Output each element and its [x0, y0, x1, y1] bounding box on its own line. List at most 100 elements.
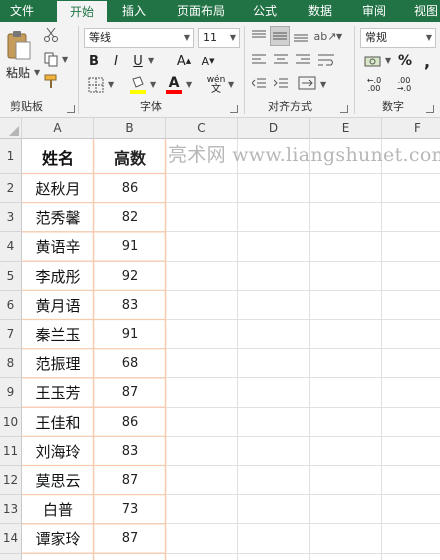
tab-page-layout[interactable]: 页面布局 — [170, 0, 232, 22]
phonetic-dropdown-arrow[interactable]: ▼ — [228, 80, 234, 89]
align-middle-icon[interactable] — [270, 26, 290, 46]
accounting-format-icon[interactable] — [362, 52, 384, 70]
underline-button[interactable]: U — [130, 52, 146, 70]
paste-dropdown-arrow[interactable]: ▼ — [34, 68, 40, 77]
wrap-text-icon[interactable] — [316, 52, 338, 68]
row-header[interactable]: 6 — [0, 290, 22, 320]
row-header[interactable]: 9 — [0, 378, 22, 408]
bold-button[interactable]: B — [86, 52, 102, 70]
row-header[interactable]: 2 — [0, 174, 22, 204]
name-cell[interactable]: 李成彤 — [22, 262, 94, 291]
worksheet[interactable]: A B C D E F 1 2 3 4 5 6 7 8 9 10 11 12 13 14 姓名 高数 赵秋… — [0, 118, 440, 560]
name-cell[interactable]: 黄月语 — [22, 291, 94, 320]
font-color-icon[interactable]: A — [164, 74, 184, 96]
name-cell[interactable]: 黄语辛 — [22, 232, 94, 261]
phonetic-guide-button[interactable]: wén 文 — [204, 74, 228, 96]
font-launcher-icon[interactable] — [230, 105, 238, 113]
row-header[interactable]: 10 — [0, 407, 22, 437]
tab-data[interactable]: 数据 — [300, 0, 340, 22]
tab-view[interactable]: 视图 — [406, 0, 440, 22]
name-cell[interactable]: 莫思云 — [22, 466, 94, 495]
decrease-indent-icon[interactable] — [250, 76, 268, 92]
copy-icon[interactable] — [42, 50, 60, 68]
shrink-font-button[interactable]: A ▼ — [200, 52, 216, 70]
borders-dropdown-arrow[interactable]: ▼ — [108, 80, 114, 89]
row-header[interactable]: 4 — [0, 232, 22, 262]
name-cell[interactable]: 李子和 — [22, 554, 94, 560]
cut-icon[interactable] — [42, 26, 60, 44]
row-header[interactable]: 13 — [0, 495, 22, 525]
score-cell[interactable]: 91 — [94, 232, 166, 261]
clipboard-launcher-icon[interactable] — [67, 105, 75, 113]
increase-decimal-icon[interactable]: ←.0.00 — [362, 76, 386, 94]
font-size-dropdown[interactable]: 11 ▼ — [198, 28, 240, 48]
score-cell[interactable]: 68 — [94, 349, 166, 378]
orientation-icon[interactable]: ab↗ — [314, 28, 337, 44]
tab-insert[interactable]: 插入 — [112, 0, 156, 22]
font-name-dropdown[interactable]: 等线 ▼ — [84, 28, 194, 48]
cell-b1[interactable]: 高数 — [94, 139, 166, 174]
paste-label[interactable]: 粘贴 — [6, 64, 30, 81]
tab-formulas[interactable]: 公式 — [245, 0, 285, 22]
decrease-decimal-icon[interactable]: .00 →.0 — [392, 76, 416, 94]
tab-review[interactable]: 审阅 — [354, 0, 394, 22]
name-cell[interactable]: 白普 — [22, 495, 94, 524]
row-header[interactable]: 8 — [0, 349, 22, 379]
row-header[interactable]: 5 — [0, 261, 22, 291]
percent-style-button[interactable]: % — [396, 52, 414, 70]
name-cell[interactable]: 谭家玲 — [22, 524, 94, 553]
column-header-f[interactable]: F — [382, 118, 440, 139]
row-header[interactable]: 12 — [0, 466, 22, 496]
select-all-corner[interactable] — [0, 118, 22, 139]
column-header-a[interactable]: A — [22, 118, 94, 139]
number-launcher-icon[interactable] — [426, 105, 434, 113]
alignment-launcher-icon[interactable] — [340, 105, 348, 113]
score-cell[interactable]: 87 — [94, 466, 166, 495]
fill-color-icon[interactable] — [128, 74, 148, 96]
row-header[interactable] — [0, 553, 22, 560]
tab-file[interactable]: 文件 — [0, 0, 44, 22]
score-cell[interactable]: 91 — [94, 320, 166, 349]
row-header[interactable]: 14 — [0, 524, 22, 554]
align-right-icon[interactable] — [294, 52, 312, 68]
number-format-dropdown[interactable]: 常规 ▼ — [360, 28, 436, 48]
score-cell[interactable]: 82 — [94, 203, 166, 232]
column-header-d[interactable]: D — [238, 118, 310, 139]
fill-color-dropdown-arrow[interactable]: ▼ — [150, 80, 156, 89]
score-cell[interactable]: 83 — [94, 437, 166, 466]
name-cell[interactable]: 王佳和 — [22, 408, 94, 437]
name-cell[interactable]: 秦兰玉 — [22, 320, 94, 349]
format-painter-icon[interactable] — [42, 72, 60, 90]
row-header[interactable]: 3 — [0, 203, 22, 233]
italic-button[interactable]: I — [108, 52, 124, 70]
cell-a1[interactable]: 姓名 — [22, 139, 94, 174]
name-cell[interactable]: 赵秋月 — [22, 174, 94, 203]
copy-dropdown-arrow[interactable]: ▼ — [62, 55, 68, 64]
column-header-b[interactable]: B — [94, 118, 166, 139]
paste-icon[interactable] — [4, 28, 34, 62]
row-header[interactable]: 7 — [0, 320, 22, 350]
underline-dropdown-arrow[interactable]: ▼ — [148, 56, 154, 65]
tab-home[interactable]: 开始 — [57, 1, 107, 22]
score-cell[interactable]: 92 — [94, 262, 166, 291]
align-top-icon[interactable] — [250, 28, 268, 44]
comma-style-button[interactable]: , — [418, 52, 436, 71]
align-left-icon[interactable] — [250, 52, 268, 68]
column-header-c[interactable]: C — [166, 118, 238, 139]
accounting-dropdown-arrow[interactable]: ▼ — [385, 56, 391, 65]
name-cell[interactable]: 范振理 — [22, 349, 94, 378]
name-cell[interactable]: 王玉芳 — [22, 378, 94, 407]
orientation-dropdown-arrow[interactable]: ▼ — [336, 32, 342, 41]
score-cell[interactable]: 76 — [94, 554, 166, 560]
name-cell[interactable]: 刘海玲 — [22, 437, 94, 466]
row-header[interactable]: 11 — [0, 436, 22, 466]
name-cell[interactable]: 范秀馨 — [22, 203, 94, 232]
align-bottom-icon[interactable] — [292, 28, 310, 44]
score-cell[interactable]: 73 — [94, 495, 166, 524]
increase-indent-icon[interactable] — [272, 76, 290, 92]
score-cell[interactable]: 83 — [94, 291, 166, 320]
score-cell[interactable]: 87 — [94, 378, 166, 407]
merge-dropdown-arrow[interactable]: ▼ — [320, 80, 326, 89]
row-header[interactable]: 1 — [0, 139, 22, 174]
borders-icon[interactable] — [86, 76, 106, 94]
